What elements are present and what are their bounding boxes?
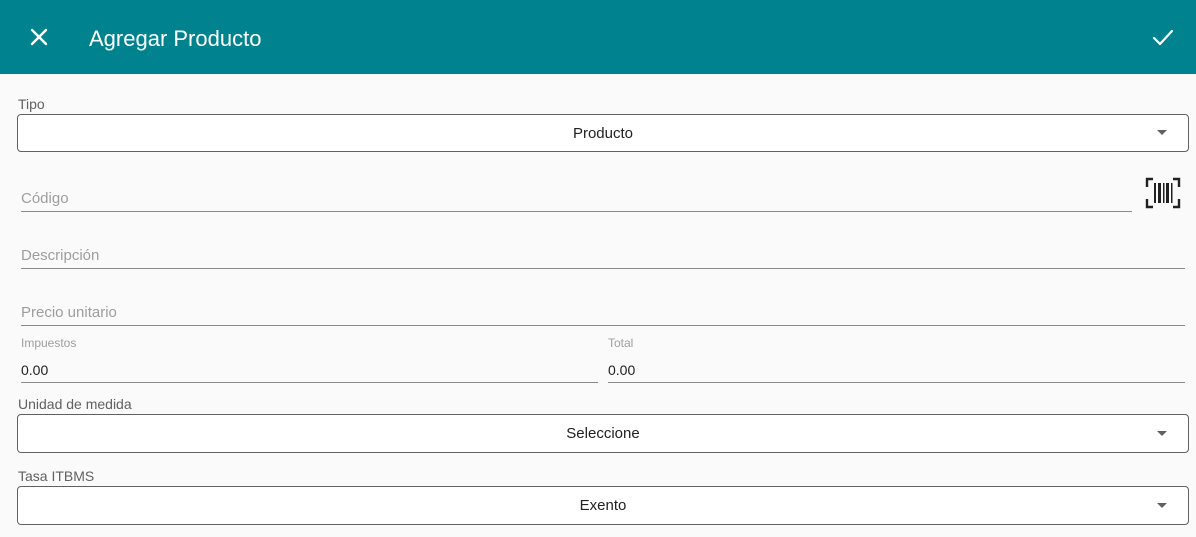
precio-unitario-field [21,295,1185,326]
impuestos-value: 0.00 [21,362,49,378]
descripcion-field [21,238,1185,269]
page-title: Agregar Producto [89,26,262,51]
tasa-itbms-label: Tasa ITBMS [18,468,95,484]
impuestos-label: Impuestos [21,336,77,350]
tasa-itbms-select-value: Exento [579,497,627,514]
codigo-field [21,180,1132,212]
save-button[interactable] [1150,24,1176,50]
total-value: 0.00 [608,362,636,378]
tipo-select[interactable]: Producto [17,114,1189,152]
descripcion-input[interactable] [21,247,1185,264]
tasa-itbms-select[interactable]: Exento [17,486,1189,525]
tipo-select-value: Producto [572,124,634,142]
impuestos-field[interactable]: 0.00 [21,353,598,383]
unidad-medida-select[interactable]: Seleccione [17,414,1189,453]
precio-unitario-input[interactable] [21,304,1185,321]
close-button[interactable] [26,24,52,50]
barcode-scan-button[interactable] [1145,177,1181,209]
dropdown-arrow-icon [1157,430,1167,436]
unidad-medida-label: Unidad de medida [18,396,132,412]
tipo-label: Tipo [18,96,45,112]
close-icon [30,28,48,46]
total-label: Total [608,336,634,350]
codigo-input[interactable] [21,190,1132,207]
dropdown-arrow-icon [1157,130,1167,135]
app-bar: Agregar Producto [0,0,1196,74]
unidad-medida-select-value: Seleccione [566,425,640,442]
check-icon [1152,29,1174,46]
total-field[interactable]: 0.00 [608,353,1185,383]
dropdown-arrow-icon [1157,502,1167,508]
barcode-scan-icon [1145,177,1181,209]
